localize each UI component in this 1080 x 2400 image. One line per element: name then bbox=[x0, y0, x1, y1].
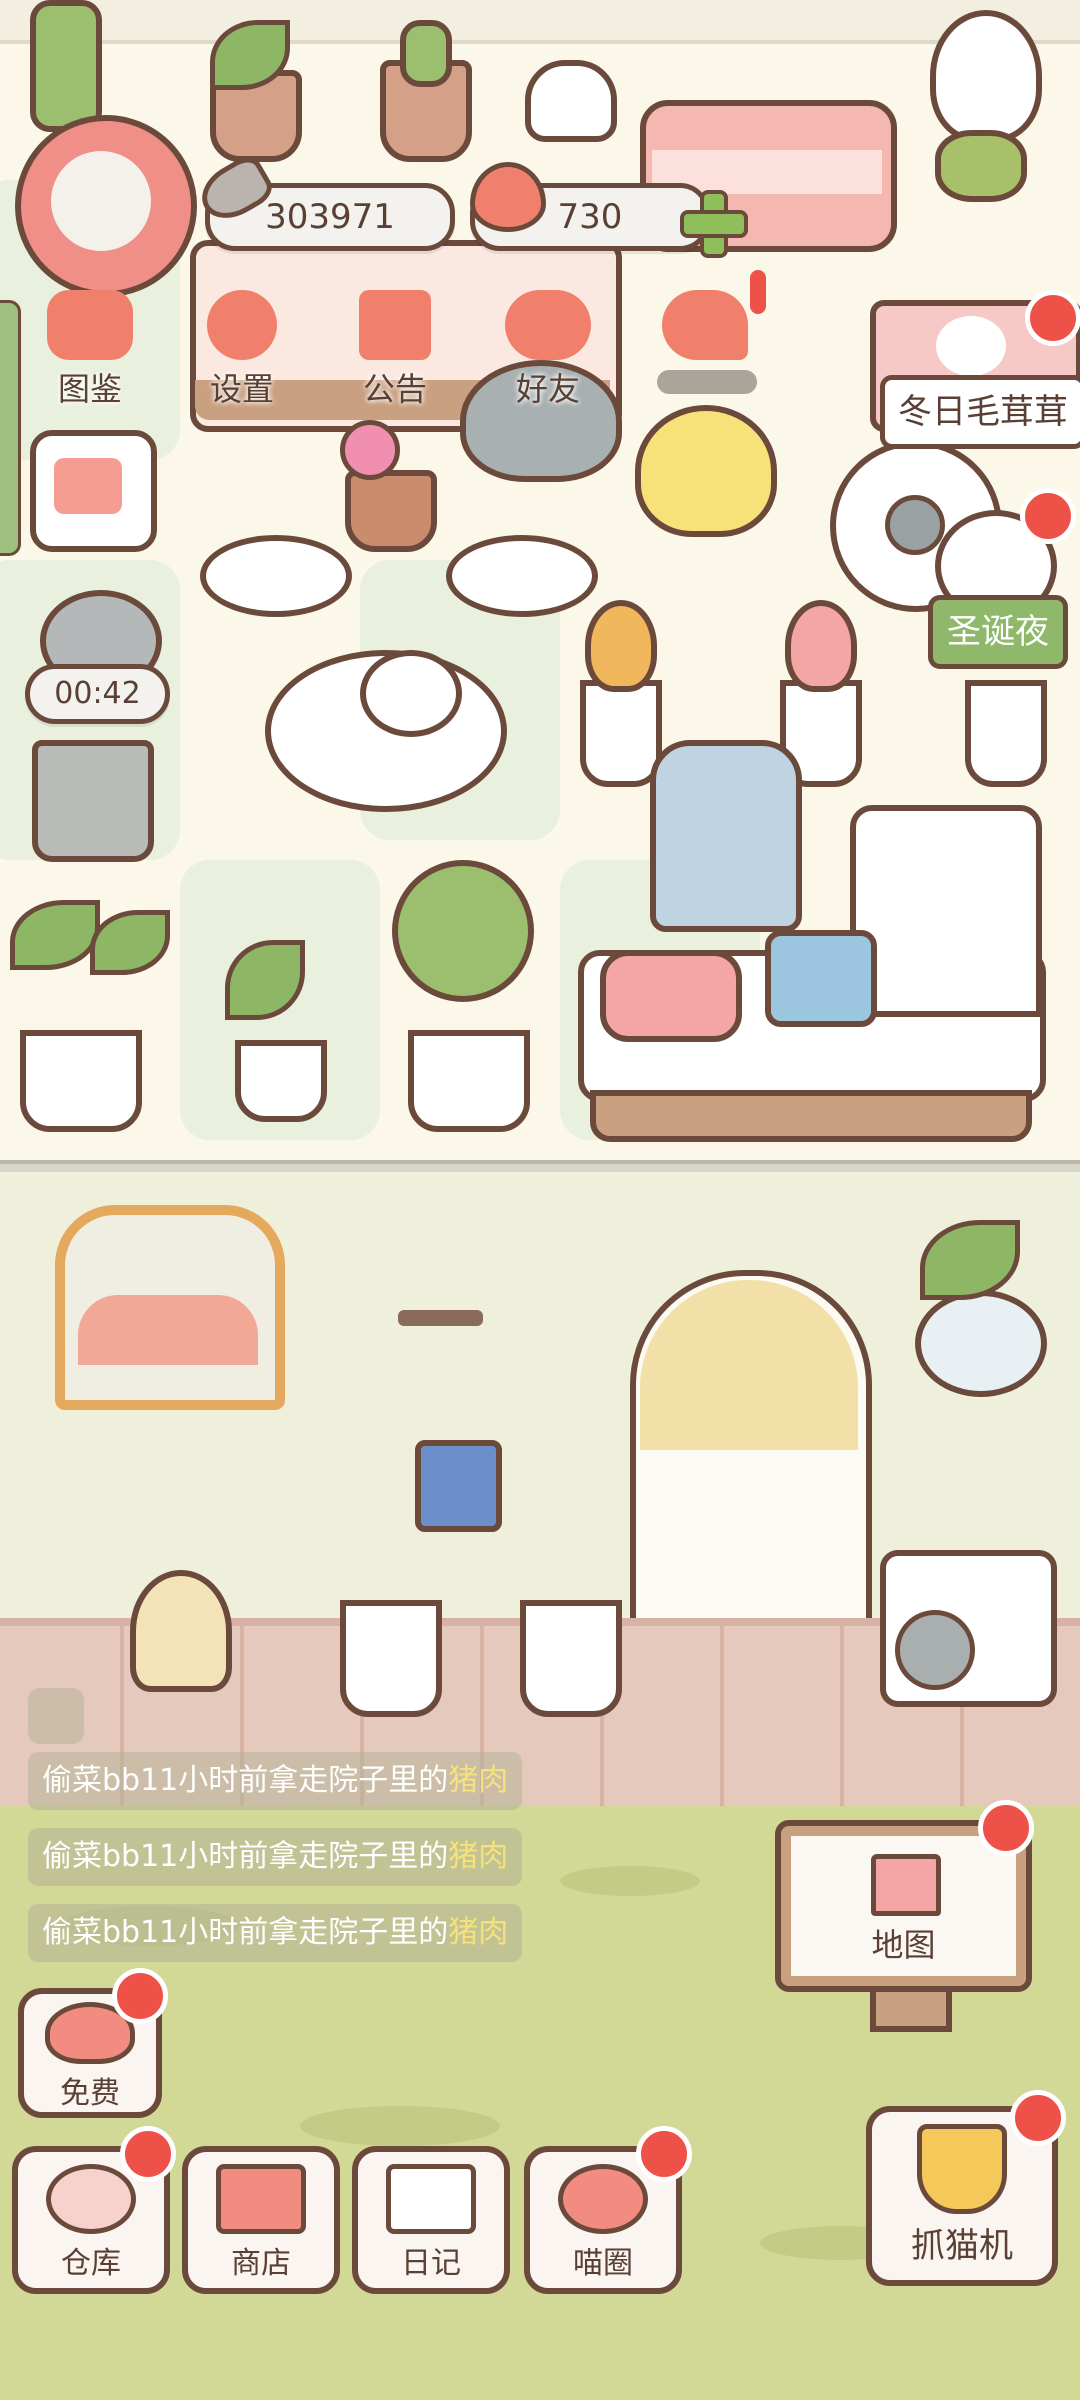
cat-circle-badge bbox=[636, 2126, 692, 2182]
cat-book-icon bbox=[47, 290, 133, 360]
cat-circle-label: 喵圈 bbox=[573, 2246, 633, 2281]
chat-icon bbox=[662, 290, 748, 360]
plant-small-pot[interactable] bbox=[235, 1040, 327, 1122]
leafy-plant-left[interactable] bbox=[20, 1030, 142, 1132]
bunny-figure[interactable] bbox=[930, 10, 1042, 142]
cactus bbox=[400, 20, 452, 87]
activity-notice: 偷菜bb11小时前拿走院子里的猪肉 bbox=[28, 1752, 523, 1810]
christmas-event-badge bbox=[1020, 488, 1076, 544]
planter-orange[interactable] bbox=[580, 680, 662, 787]
chat-alert-icon bbox=[750, 270, 766, 314]
notice-text: 偷菜bb11小时前拿走院子里的 bbox=[42, 1839, 449, 1874]
timer-value: 00:42 bbox=[54, 676, 141, 711]
teapot bbox=[360, 650, 462, 737]
warehouse-badge bbox=[120, 2126, 176, 2182]
pink-telephone[interactable] bbox=[600, 950, 742, 1042]
christmas-event-label[interactable]: 圣诞夜 bbox=[928, 595, 1068, 669]
timer-pill: 00:42 bbox=[25, 664, 170, 724]
activity-notice: 偷菜bb11小时前拿走院子里的猪肉 bbox=[28, 1904, 523, 1962]
gear-icon bbox=[207, 290, 277, 360]
notice-item: 猪肉 bbox=[448, 1915, 509, 1950]
shop-button[interactable]: 商店 bbox=[182, 2146, 340, 2294]
menu-friends[interactable]: 好友 bbox=[488, 290, 608, 410]
menu-friends-label: 好友 bbox=[515, 370, 580, 408]
player-avatar[interactable] bbox=[15, 115, 197, 297]
stool-right[interactable] bbox=[446, 535, 598, 617]
planter-pink-bloom bbox=[785, 600, 857, 692]
flower-pot[interactable] bbox=[345, 470, 437, 552]
bamboo-plant[interactable] bbox=[30, 0, 102, 132]
hanging-brush bbox=[415, 1440, 502, 1532]
left-edge-tab[interactable] bbox=[0, 300, 21, 556]
christmas-event-text: 圣诞夜 bbox=[947, 612, 1049, 652]
house-icon bbox=[871, 1854, 941, 1916]
winter-event-text: 冬日毛茸茸 bbox=[898, 392, 1068, 432]
menu-collection[interactable]: 图鉴 bbox=[30, 290, 150, 410]
add-hearts-button[interactable] bbox=[680, 190, 748, 258]
bed-headboard bbox=[850, 805, 1042, 1017]
shop-label: 商店 bbox=[231, 2246, 291, 2281]
chat-input-bar bbox=[657, 370, 757, 394]
duck-toy[interactable] bbox=[635, 405, 777, 537]
ac-fan bbox=[895, 1610, 975, 1690]
claw-icon bbox=[917, 2124, 1007, 2214]
claw-machine-label: 抓猫机 bbox=[911, 2226, 1013, 2266]
free-label: 免费 bbox=[60, 2076, 120, 2111]
heart-value: 730 bbox=[557, 197, 623, 237]
planter-green[interactable] bbox=[965, 680, 1047, 787]
planter-orange-bloom bbox=[585, 600, 657, 692]
hanging-plant[interactable] bbox=[915, 1290, 1047, 1397]
friends-icon bbox=[505, 290, 591, 360]
storage-icon bbox=[46, 2164, 136, 2234]
bed-frame bbox=[590, 1090, 1032, 1142]
free-badge bbox=[112, 1968, 168, 2024]
fan-center bbox=[885, 495, 945, 555]
bunny-base bbox=[935, 130, 1027, 202]
menu-chat[interactable] bbox=[645, 270, 766, 410]
diary-icon bbox=[386, 2164, 476, 2234]
feed-toggle-icon[interactable] bbox=[28, 1688, 84, 1744]
diary-label: 日记 bbox=[401, 2246, 461, 2281]
cat-planet-icon bbox=[558, 2164, 648, 2234]
window-flowers bbox=[78, 1295, 258, 1365]
broom[interactable] bbox=[130, 1570, 232, 1692]
gift-icon bbox=[359, 290, 431, 360]
sprout-pot[interactable] bbox=[525, 60, 617, 142]
shop-icon bbox=[216, 2164, 306, 2234]
menu-collection-label: 图鉴 bbox=[57, 370, 122, 408]
notice-item: 猪肉 bbox=[448, 1763, 509, 1798]
side-plant-pot bbox=[32, 740, 154, 862]
topiary-pot[interactable] bbox=[408, 1030, 530, 1132]
pencil-icon bbox=[54, 458, 122, 514]
diary-button[interactable]: 日记 bbox=[352, 2146, 510, 2294]
winter-event-label[interactable]: 冬日毛茸茸 bbox=[880, 375, 1080, 449]
stool-left[interactable] bbox=[200, 535, 352, 617]
activity-notice: 偷菜bb11小时前拿走院子里的猪肉 bbox=[28, 1828, 523, 1886]
menu-announcements[interactable]: 公告 bbox=[335, 290, 455, 410]
notice-item: 猪肉 bbox=[448, 1839, 509, 1874]
winter-event-badge bbox=[1025, 290, 1080, 346]
blue-armchair[interactable] bbox=[650, 740, 802, 932]
map-label: 地图 bbox=[871, 1926, 936, 1964]
coin-value: 303971 bbox=[265, 197, 395, 237]
blue-camera[interactable] bbox=[765, 930, 877, 1027]
menu-settings[interactable]: 设置 bbox=[182, 290, 302, 410]
menu-announcements-label: 公告 bbox=[362, 370, 427, 408]
notice-text: 偷菜bb11小时前拿走院子里的 bbox=[42, 1915, 449, 1950]
umbrella-stand-blue[interactable] bbox=[520, 1600, 622, 1717]
pink-flower bbox=[340, 420, 400, 480]
avatar-face bbox=[51, 151, 151, 251]
map-badge bbox=[978, 1800, 1034, 1856]
edit-room-button[interactable] bbox=[30, 430, 157, 552]
topiary-tree bbox=[392, 860, 534, 1002]
tool-rack[interactable] bbox=[398, 1310, 483, 1326]
claw-machine-badge bbox=[1010, 2090, 1066, 2146]
umbrella-stand-yellow[interactable] bbox=[340, 1600, 442, 1717]
paw-icon bbox=[936, 316, 1006, 376]
warehouse-label: 仓库 bbox=[61, 2246, 121, 2281]
menu-settings-label: 设置 bbox=[209, 370, 274, 408]
notice-text: 偷菜bb11小时前拿走院子里的 bbox=[42, 1763, 449, 1798]
